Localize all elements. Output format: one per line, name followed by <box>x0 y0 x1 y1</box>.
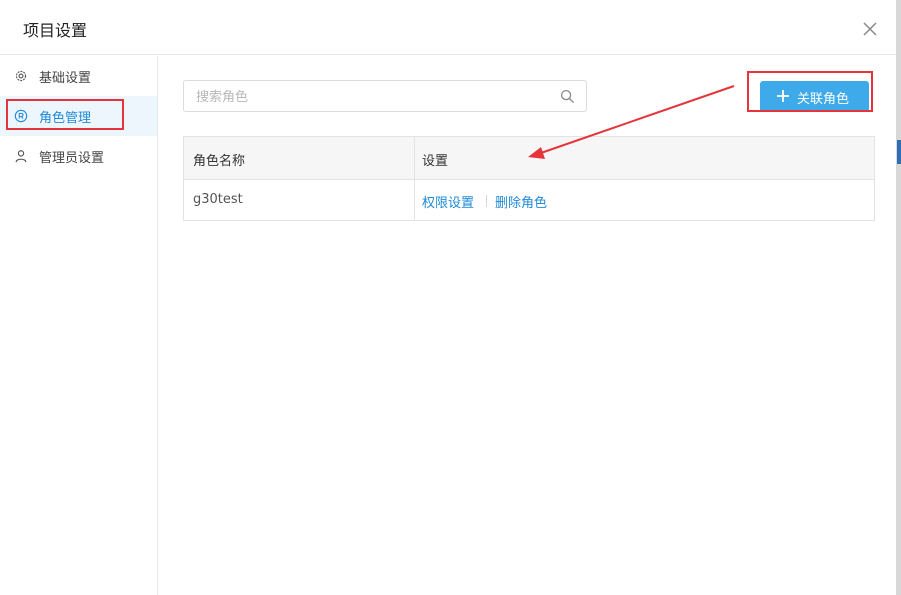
column-header-settings: 设置 <box>422 154 449 169</box>
sidebar-item-label: 基础设置 <box>39 71 92 86</box>
action-divider <box>486 195 487 207</box>
role-table: 角色名称 设置 g30test 权限设置 删除角色 <box>183 136 875 221</box>
permission-settings-link[interactable]: 权限设置 <box>422 192 474 211</box>
add-role-button[interactable]: 关联角色 <box>760 81 869 112</box>
sidebar-item-label: 角色管理 <box>39 111 92 126</box>
table-row: g30test 权限设置 删除角色 <box>184 180 874 220</box>
search-box[interactable] <box>183 80 587 112</box>
search-icon[interactable] <box>560 89 575 104</box>
add-role-button-label: 关联角色 <box>797 92 850 107</box>
column-header-role-name: 角色名称 <box>193 154 246 169</box>
sidebar-item-role-management[interactable]: 角色管理 <box>0 96 157 136</box>
delete-role-link[interactable]: 删除角色 <box>495 192 547 211</box>
dialog-header: 项目设置 <box>0 0 896 55</box>
registered-icon <box>14 109 28 123</box>
gear-icon <box>15 70 27 82</box>
sidebar: 基础设置 角色管理 管理员设置 <box>0 56 158 595</box>
plus-icon <box>777 90 789 102</box>
user-icon <box>15 150 27 163</box>
close-icon[interactable] <box>859 18 881 40</box>
sidebar-item-admin-settings[interactable]: 管理员设置 <box>0 136 157 176</box>
sidebar-item-basic-settings[interactable]: 基础设置 <box>0 56 157 96</box>
background-window-mark <box>897 140 901 164</box>
search-input[interactable] <box>194 86 548 108</box>
role-name-cell: g30test <box>193 192 243 207</box>
background-window-edge <box>896 0 901 595</box>
sidebar-item-label: 管理员设置 <box>39 151 105 166</box>
table-header: 角色名称 设置 <box>184 137 874 180</box>
dialog-title: 项目设置 <box>23 21 88 40</box>
